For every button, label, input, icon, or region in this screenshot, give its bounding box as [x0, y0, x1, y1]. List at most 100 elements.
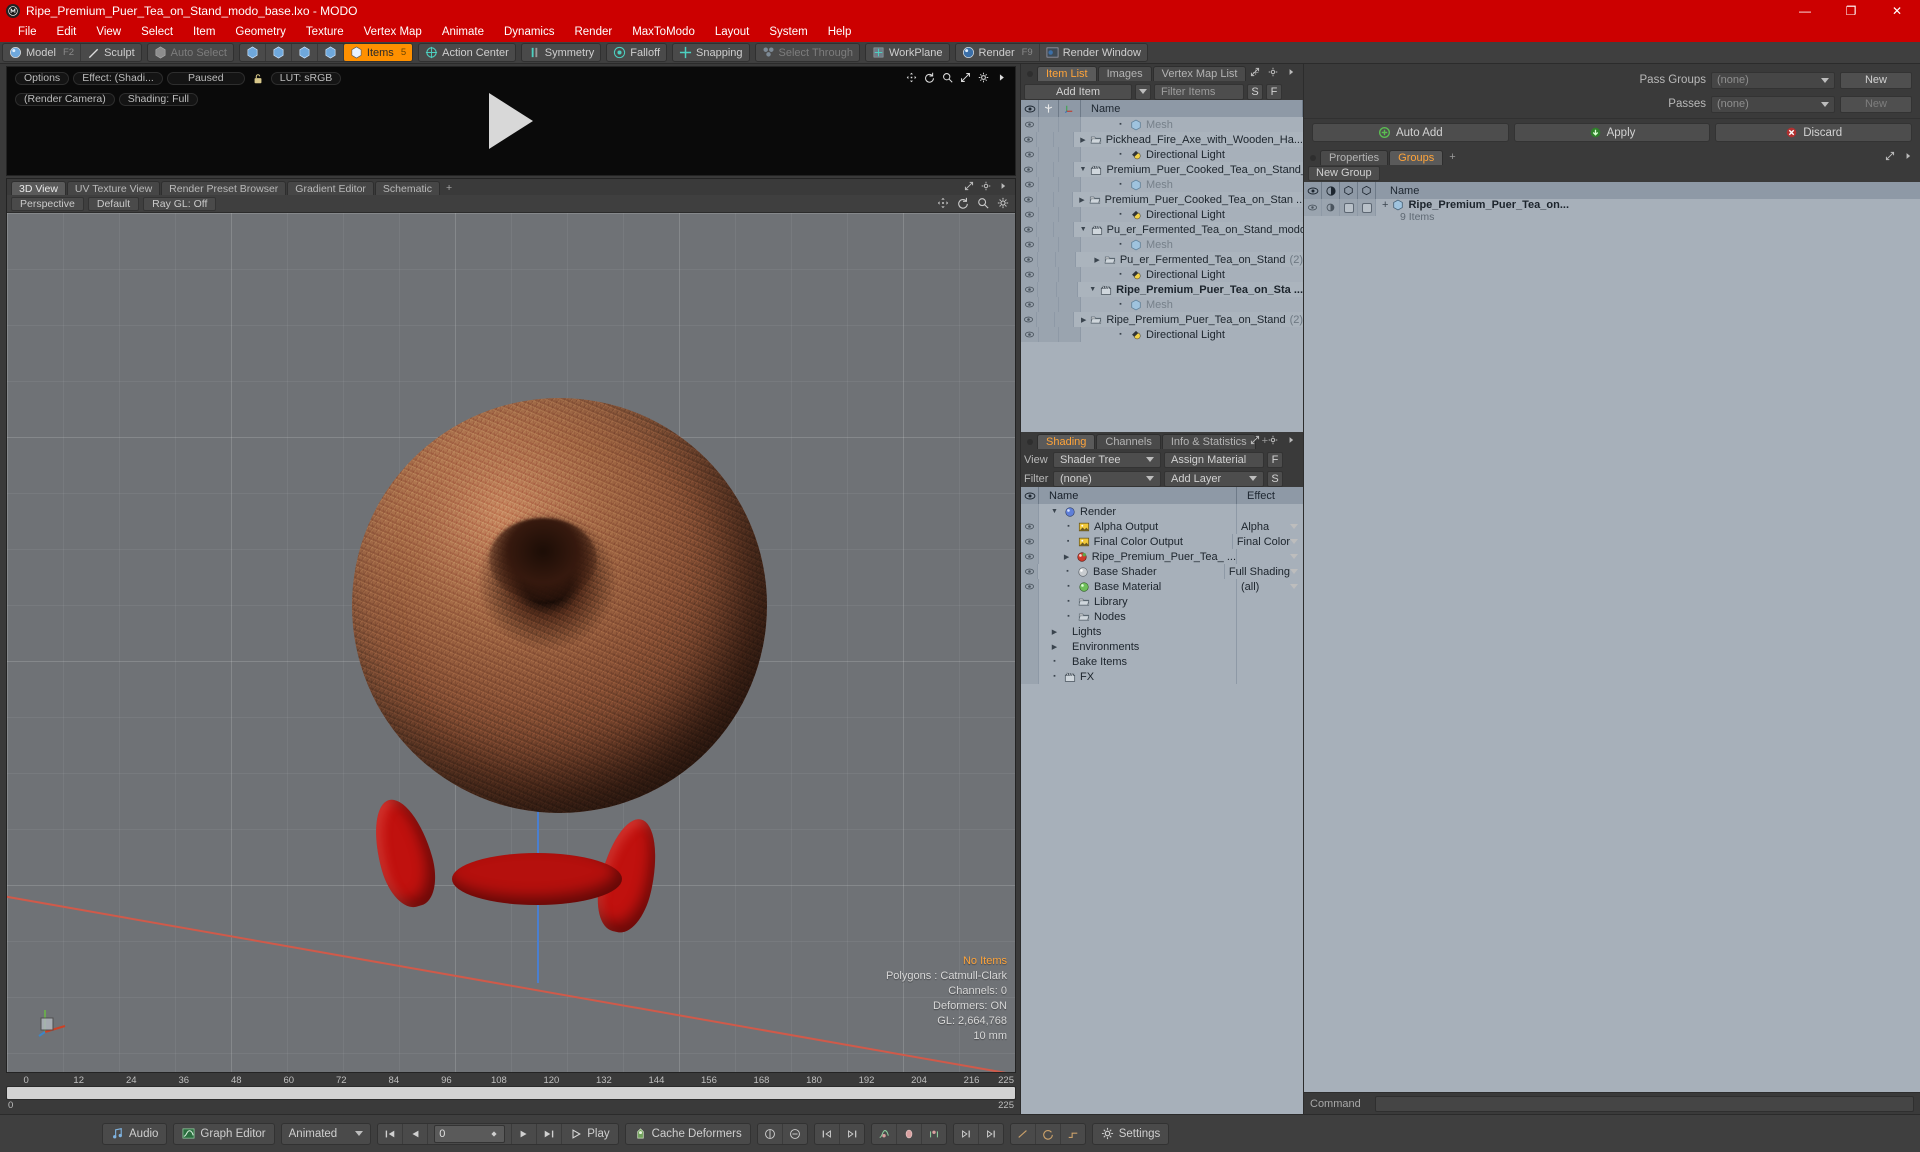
twist-right-icon[interactable]: ▶	[1062, 549, 1072, 564]
shading-row[interactable]: ▪ Library	[1021, 594, 1303, 609]
shading-list-body[interactable]: ▼ Render ▪ Alpha Output Alpha ▪ Final Color Ou…	[1021, 504, 1303, 1114]
item-visibility-toggle[interactable]	[1021, 147, 1039, 162]
menu-item-edit[interactable]: Edit	[47, 22, 87, 42]
group-visibility-toggle[interactable]	[1304, 199, 1322, 216]
cache-deformers-button[interactable]: Cache Deformers	[626, 1124, 750, 1144]
select-through-button[interactable]: Select Through	[756, 44, 859, 61]
item-lock-cell[interactable]	[1037, 252, 1056, 267]
item-lock-cell[interactable]	[1036, 192, 1055, 207]
menu-item-select[interactable]: Select	[131, 22, 183, 42]
render-button[interactable]: Render F9	[956, 44, 1040, 61]
passes-select[interactable]: (none)	[1711, 95, 1835, 113]
shading-effect-cell[interactable]	[1237, 554, 1303, 559]
group-select-toggle[interactable]	[1358, 199, 1376, 216]
pan-icon[interactable]	[906, 72, 919, 85]
shading-row[interactable]: ▪ Base Shader Full Shading	[1021, 564, 1303, 579]
sculpt-mode-button[interactable]: Sculpt	[81, 44, 141, 61]
assign-material-button[interactable]: Assign Material	[1164, 451, 1264, 468]
gear-icon[interactable]	[978, 72, 991, 85]
item-transform-cell[interactable]	[1057, 282, 1078, 297]
item-lock-cell[interactable]	[1036, 222, 1055, 237]
preview-options-button[interactable]: Options	[15, 72, 70, 85]
twist-right-icon[interactable]: ▶	[1049, 624, 1060, 639]
viewport-pan-icon[interactable]	[937, 197, 950, 210]
item-name-cell[interactable]: ▪ Mesh	[1081, 297, 1303, 312]
shading-row[interactable]: ▶ Ripe_Premium_Puer_Tea_ ...	[1021, 549, 1303, 564]
shading-name-cell[interactable]: ▪ Library	[1039, 594, 1237, 609]
group-shade-toggle[interactable]	[1322, 199, 1340, 216]
passes-new-button[interactable]: New	[1840, 95, 1912, 113]
menu-item-vertex-map[interactable]: Vertex Map	[354, 22, 432, 42]
shading-name-cell[interactable]: ▪ Final Color Output	[1039, 534, 1233, 549]
add-tab-button[interactable]: +	[441, 181, 457, 195]
item-list-row[interactable]: ▪ Mesh	[1021, 177, 1303, 192]
viewport-zoom-icon[interactable]	[977, 197, 990, 210]
previous-frame-button[interactable]	[403, 1123, 429, 1144]
item-list-row[interactable]: ▶ Pickhead_Fire_Axe_with_Wooden_Ha...	[1021, 132, 1303, 147]
tab-schematic[interactable]: Schematic	[374, 181, 440, 195]
group-render-toggle[interactable]	[1340, 199, 1358, 216]
close-button[interactable]: ✕	[1874, 0, 1920, 22]
menu-item-help[interactable]: Help	[818, 22, 862, 42]
item-name-cell[interactable]: ▪ Mesh	[1081, 237, 1303, 252]
item-lock-cell[interactable]	[1039, 177, 1059, 192]
preview-lut-button[interactable]: LUT: sRGB	[270, 72, 342, 85]
groups-list-body[interactable]: + Ripe_Premium_Puer_Tea_on... 9 Items	[1304, 199, 1920, 1092]
tab-properties[interactable]: Properties	[1320, 150, 1389, 165]
tab-images[interactable]: Images	[1097, 66, 1152, 81]
item-name-cell[interactable]: ▶ Premium_Puer_Cooked_Tea_on_Stan ...	[1073, 192, 1303, 207]
group-row[interactable]: + Ripe_Premium_Puer_Tea_on... 9 Items	[1304, 199, 1920, 225]
item-list-row[interactable]: ▪ Directional Light	[1021, 327, 1303, 342]
item-lock-cell[interactable]	[1036, 162, 1055, 177]
pass-groups-new-button[interactable]: New	[1840, 71, 1912, 89]
snapping-button[interactable]: Snapping	[673, 44, 749, 61]
item-list-maximize-icon[interactable]	[1250, 67, 1263, 80]
item-visibility-toggle[interactable]	[1021, 207, 1039, 222]
item-name-cell[interactable]: ▶ Ripe_Premium_Puer_Tea_on_Stand (2)	[1074, 312, 1303, 327]
groups-chevron-icon[interactable]	[1903, 151, 1916, 164]
item-transform-cell[interactable]	[1059, 207, 1081, 222]
shading-effect-cell[interactable]: Alpha	[1237, 521, 1303, 533]
item-visibility-toggle[interactable]	[1021, 192, 1037, 207]
item-name-cell[interactable]: ▪ Directional Light	[1081, 147, 1303, 162]
item-visibility-toggle[interactable]	[1021, 312, 1037, 327]
group-expand-toggle[interactable]: +	[1382, 199, 1388, 211]
item-list-row[interactable]: ▶ Ripe_Premium_Puer_Tea_on_Stand (2)	[1021, 312, 1303, 327]
settings-button[interactable]: Settings	[1093, 1124, 1169, 1144]
item-name-cell[interactable]: ▼ Premium_Puer_Cooked_Tea_on_Stand_ ...	[1074, 162, 1303, 177]
auto-select-button[interactable]: Auto Select	[148, 44, 233, 61]
item-visibility-toggle[interactable]	[1021, 252, 1038, 267]
item-transform-cell[interactable]	[1054, 132, 1074, 147]
item-transform-cell[interactable]	[1054, 312, 1074, 327]
item-name-cell[interactable]: ▪ Mesh	[1081, 117, 1303, 132]
item-transform-cell[interactable]	[1059, 117, 1081, 132]
shading-s-button[interactable]: S	[1267, 470, 1283, 487]
shader-tree-select[interactable]: Shader Tree	[1053, 451, 1161, 468]
shading-name-cell[interactable]: ▪ Alpha Output	[1039, 519, 1237, 534]
item-list-row[interactable]: ▪ Directional Light	[1021, 267, 1303, 282]
twist-right-icon[interactable]: ▶	[1079, 192, 1084, 207]
shading-visibility-toggle[interactable]	[1021, 534, 1039, 549]
item-visibility-toggle[interactable]	[1021, 177, 1039, 192]
viewport-raygl-button[interactable]: Ray GL: Off	[143, 196, 217, 211]
tab-gradient-editor[interactable]: Gradient Editor	[287, 181, 374, 195]
edges-mode-button[interactable]	[266, 44, 292, 61]
item-name-cell[interactable]: ▪ Mesh	[1081, 177, 1303, 192]
item-list-s-button[interactable]: S	[1247, 83, 1263, 100]
next-key-button[interactable]	[840, 1124, 864, 1144]
key-all-button[interactable]	[783, 1124, 807, 1144]
tangent-smooth-button[interactable]	[1036, 1123, 1061, 1144]
item-visibility-toggle[interactable]	[1021, 162, 1037, 177]
viewport-preset-button[interactable]: Default	[87, 196, 140, 211]
falloff-button[interactable]: Falloff	[607, 44, 666, 61]
fit-icon[interactable]	[960, 72, 973, 85]
shading-effect-cell[interactable]: (all)	[1237, 581, 1303, 593]
add-item-button[interactable]: Add Item	[1024, 83, 1132, 100]
item-visibility-toggle[interactable]	[1021, 117, 1039, 132]
shading-name-cell[interactable]: ▶ Environments	[1039, 639, 1237, 654]
go-to-start-button[interactable]	[378, 1123, 404, 1144]
shading-effect-cell[interactable]: Final Color	[1233, 536, 1303, 548]
filter-items-input[interactable]: Filter Items	[1154, 83, 1244, 100]
twist-down-icon[interactable]: ▼	[1049, 504, 1060, 519]
loop-out-button[interactable]	[979, 1124, 1003, 1144]
